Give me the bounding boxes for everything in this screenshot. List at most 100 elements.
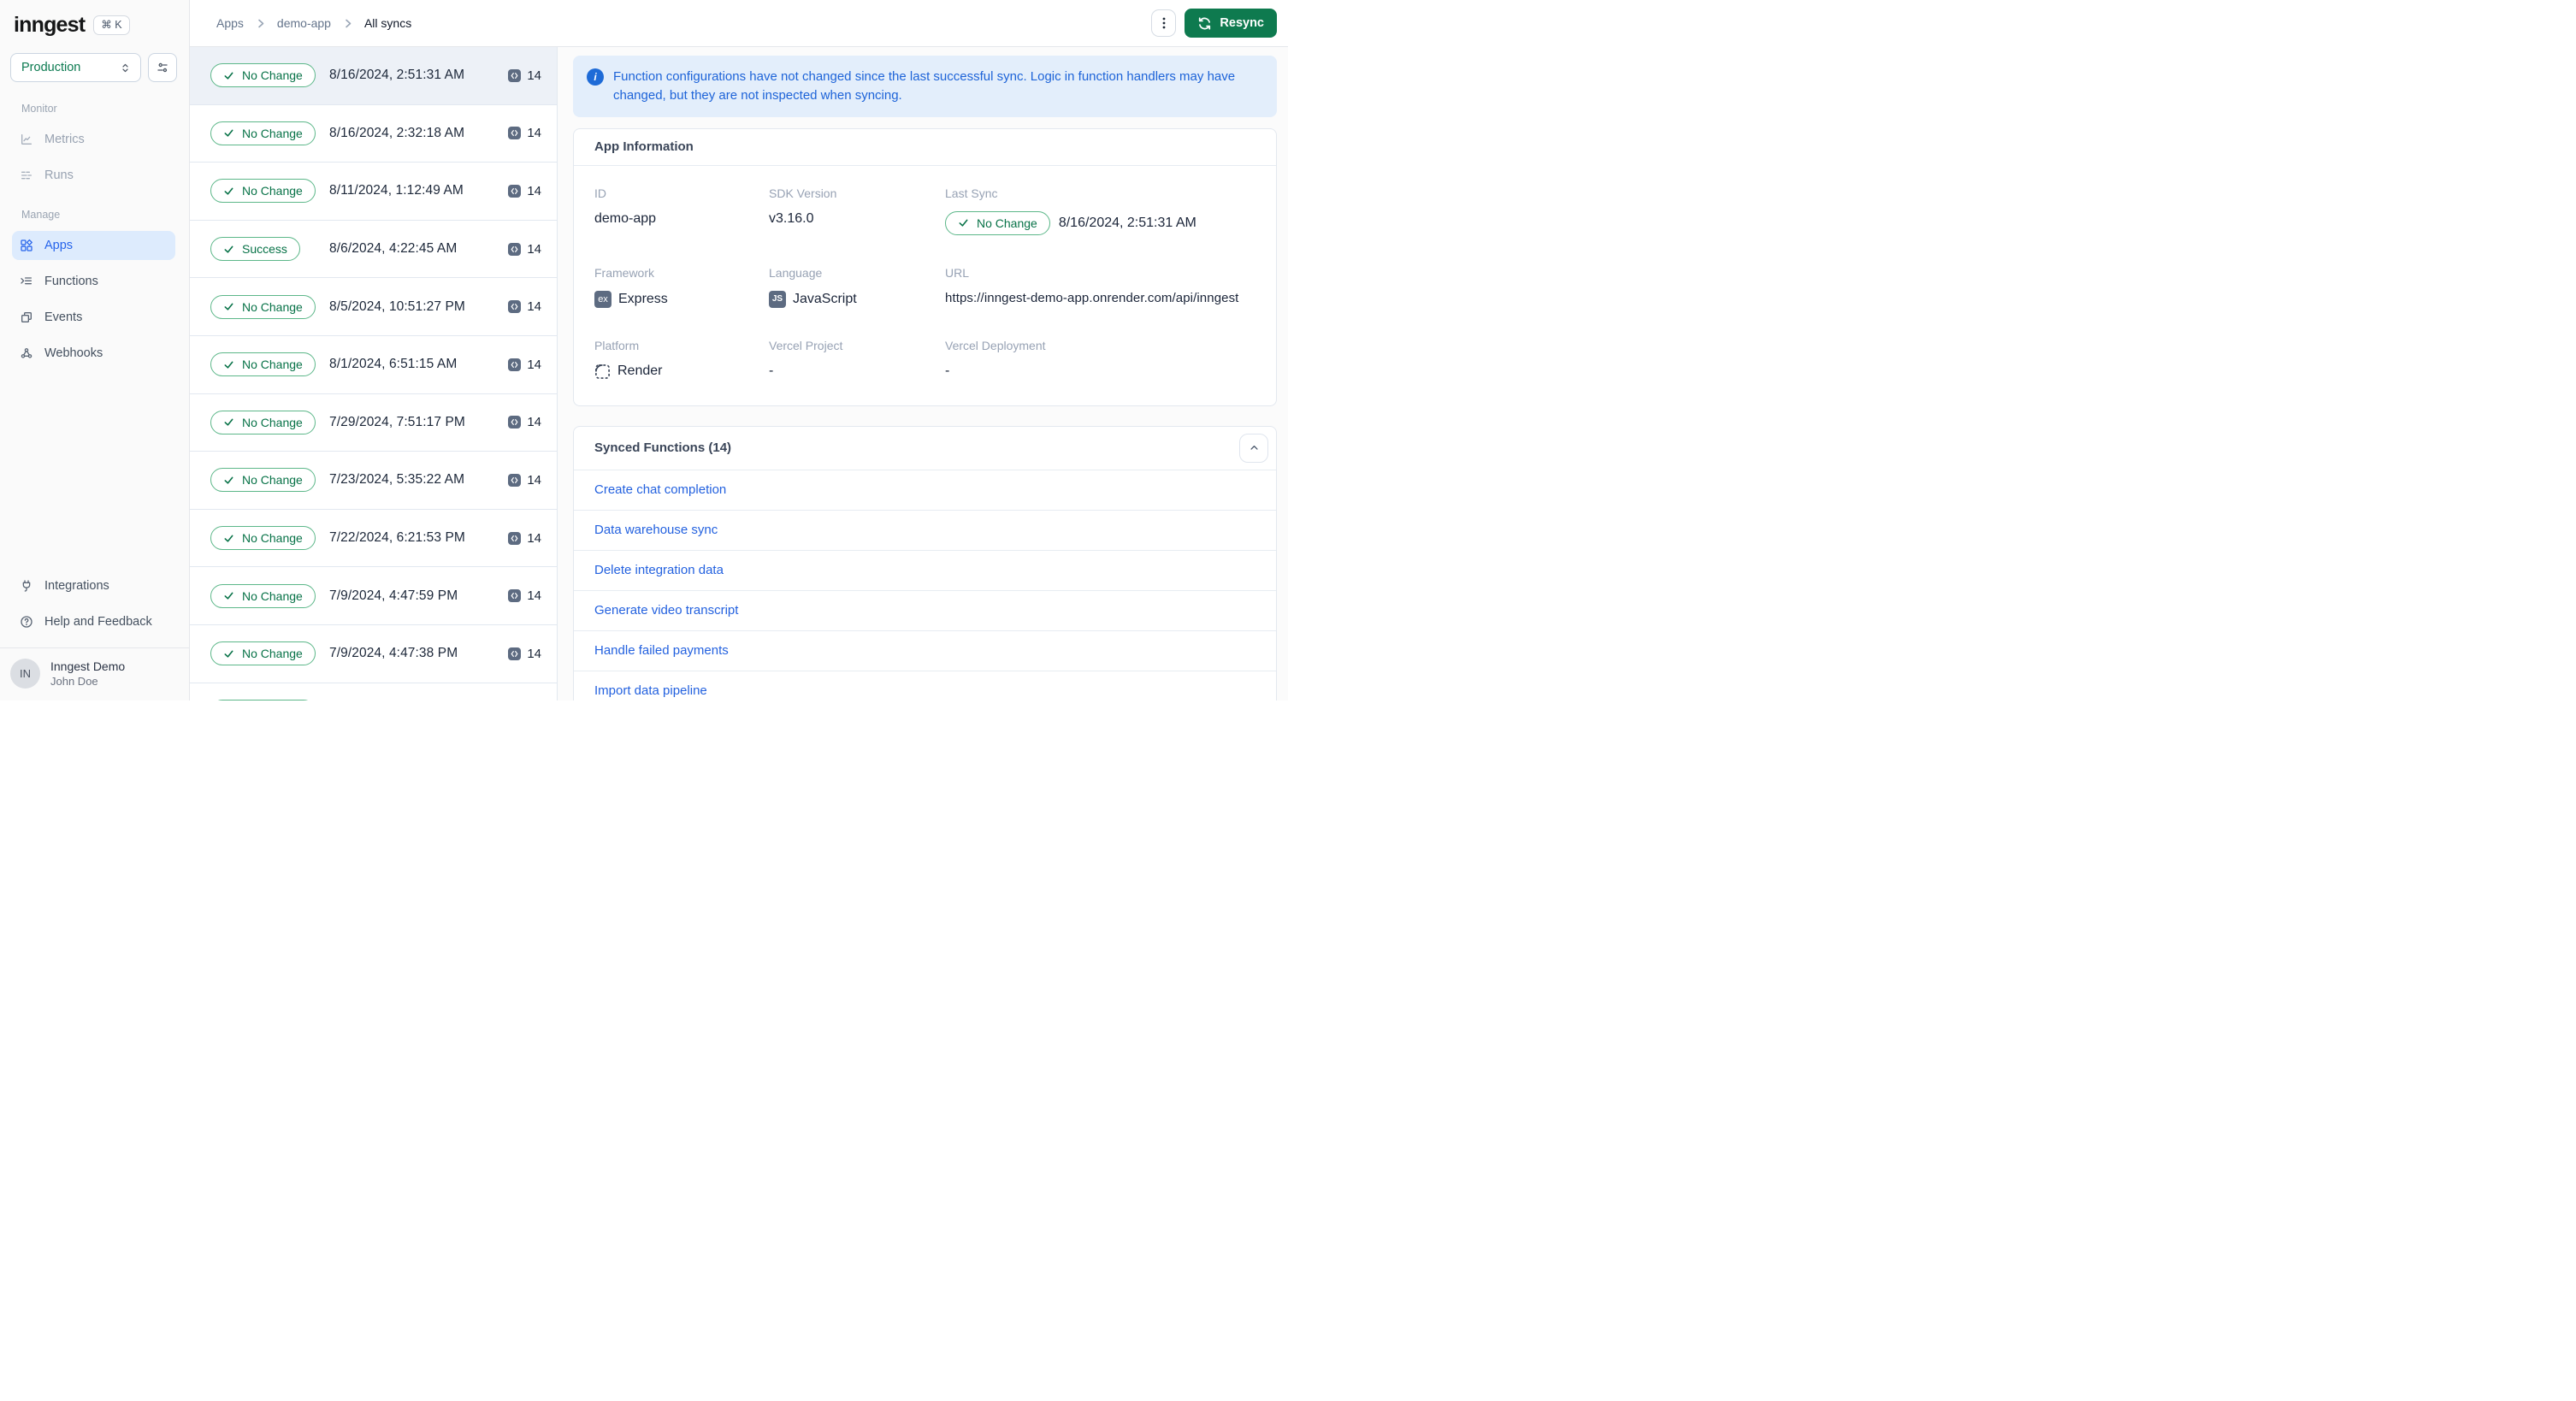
sync-list-item[interactable]: Success 8/6/2024, 4:22:45 AM 14 xyxy=(190,220,557,279)
sync-list-item[interactable]: No Change 7/9/2024, 4:47:59 PM 14 xyxy=(190,567,557,625)
sync-list: No Change 8/16/2024, 2:51:31 AM 14 No Ch… xyxy=(190,47,558,700)
function-count: 14 xyxy=(508,473,541,488)
sync-list-item[interactable]: No Change 7/9/2024, 4:47:38 PM 14 xyxy=(190,624,557,683)
code-icon xyxy=(508,416,522,429)
chevron-right-icon xyxy=(255,18,266,29)
function-row: Delete integration data xyxy=(574,551,1276,591)
sidebar-item-metrics[interactable]: Metrics xyxy=(12,125,175,154)
sync-status-badge: No Change xyxy=(210,583,316,608)
function-count: 14 xyxy=(508,531,541,546)
function-link[interactable]: Data warehouse sync xyxy=(594,523,718,537)
functions-icon xyxy=(20,275,33,288)
field-url: URL https://inngest-demo-app.onrender.co… xyxy=(945,265,1239,305)
sync-list-item[interactable]: No Change 8/16/2024, 2:32:18 AM 14 xyxy=(190,104,557,163)
resync-button[interactable]: Resync xyxy=(1185,9,1277,38)
environment-select[interactable]: Production xyxy=(10,53,141,82)
sync-timestamp: 7/23/2024, 5:35:22 AM xyxy=(329,472,465,488)
sync-status-badge: No Change xyxy=(210,63,316,88)
check-icon xyxy=(223,244,234,255)
function-link[interactable]: Create chat completion xyxy=(594,482,726,497)
sync-status-badge: No Change xyxy=(210,352,316,377)
last-sync-status-badge: No Change xyxy=(945,210,1050,235)
express-logo-icon: ex xyxy=(594,290,612,308)
check-icon xyxy=(223,301,234,312)
function-count: 14 xyxy=(508,184,541,198)
sidebar: inngest ⌘ K Production Monitor Metrics R… xyxy=(0,0,190,700)
sync-timestamp: 8/16/2024, 2:32:18 AM xyxy=(329,125,465,140)
check-icon xyxy=(223,417,234,428)
app-information-header: App Information xyxy=(574,129,1276,166)
app-information-title: App Information xyxy=(594,139,694,154)
more-options-button[interactable] xyxy=(1151,9,1177,37)
sidebar-item-runs[interactable]: Runs xyxy=(12,161,175,190)
sliders-icon xyxy=(156,61,169,74)
sync-list-item[interactable]: No Change 8/16/2024, 2:51:31 AM 14 xyxy=(190,47,557,105)
chevron-up-icon xyxy=(1248,441,1261,454)
question-circle-icon xyxy=(20,615,33,629)
sync-list-item[interactable]: No Change 8/1/2024, 6:51:15 AM 14 xyxy=(190,335,557,394)
unfold-icon xyxy=(119,62,132,74)
code-icon xyxy=(508,127,522,140)
sync-timestamp: 7/22/2024, 6:21:53 PM xyxy=(329,530,465,546)
field-language: Language JS JavaScript xyxy=(769,265,857,308)
check-icon xyxy=(223,359,234,370)
sync-list-item[interactable]: No Change 8/5/2024, 10:51:27 PM 14 xyxy=(190,278,557,336)
inngest-logo: inngest xyxy=(14,13,86,37)
function-link[interactable]: Import data pipeline xyxy=(594,683,707,698)
code-icon xyxy=(508,589,522,603)
sync-list-item[interactable]: No Change 8/11/2024, 1:12:49 AM 14 xyxy=(190,163,557,221)
sidebar-item-functions[interactable]: Functions xyxy=(12,267,175,296)
sidebar-item-webhooks[interactable]: Webhooks xyxy=(12,339,175,368)
sidebar-item-help[interactable]: Help and Feedback xyxy=(12,607,175,636)
resync-label: Resync xyxy=(1220,16,1264,30)
sync-list-item[interactable]: No Change 7/23/2024, 5:35:22 AM 14 xyxy=(190,452,557,510)
function-count: 14 xyxy=(508,299,541,314)
function-link[interactable]: Handle failed payments xyxy=(594,643,729,658)
code-icon xyxy=(508,531,522,545)
sync-detail-panel: i Function configurations have not chang… xyxy=(558,47,1288,700)
code-icon xyxy=(508,358,522,371)
webhooks-icon xyxy=(20,346,33,360)
check-icon xyxy=(958,217,969,228)
synced-functions-header: Synced Functions (14) xyxy=(574,427,1276,470)
environment-settings-button[interactable] xyxy=(148,53,177,82)
command-k-shortcut[interactable]: ⌘ K xyxy=(93,15,130,35)
check-icon xyxy=(223,590,234,601)
function-link[interactable]: Generate video transcript xyxy=(594,603,738,618)
code-icon xyxy=(508,242,522,256)
sync-timestamp: 7/9/2024, 4:47:38 PM xyxy=(329,646,458,661)
breadcrumb-demo-app[interactable]: demo-app xyxy=(277,16,331,30)
collapse-button[interactable] xyxy=(1239,433,1268,463)
function-row: Generate video transcript xyxy=(574,591,1276,631)
main-area: Apps demo-app All syncs Resync No Change… xyxy=(190,0,1288,700)
function-count: 14 xyxy=(508,358,541,372)
sync-status-badge: No Change xyxy=(210,179,316,204)
sync-list-item[interactable]: No Change 7/9/2024, 4:09:07 PM 14 xyxy=(190,683,557,700)
kebab-dots-icon xyxy=(1158,16,1170,30)
app-information-card: App Information ID demo-app SDK Version … xyxy=(573,127,1277,406)
user-menu[interactable]: IN Inngest Demo John Doe xyxy=(0,647,189,700)
metrics-chart-icon xyxy=(20,133,33,146)
events-copy-icon xyxy=(20,310,33,324)
breadcrumb-apps[interactable]: Apps xyxy=(216,16,244,30)
code-icon xyxy=(508,184,522,198)
sidebar-item-events[interactable]: Events xyxy=(12,303,175,332)
sidebar-item-apps[interactable]: Apps xyxy=(12,231,175,260)
sidebar-item-label: Events xyxy=(44,310,83,324)
sync-list-item[interactable]: No Change 7/22/2024, 6:21:53 PM 14 xyxy=(190,509,557,568)
synced-functions-title: Synced Functions (14) xyxy=(594,440,732,455)
field-platform: Platform Render xyxy=(594,338,663,379)
sidebar-item-label: Integrations xyxy=(44,579,109,593)
sync-status-badge: No Change xyxy=(210,526,316,551)
sidebar-item-integrations[interactable]: Integrations xyxy=(12,571,175,600)
function-row: Create chat completion xyxy=(574,470,1276,511)
sidebar-item-label: Webhooks xyxy=(44,346,103,360)
function-link[interactable]: Delete integration data xyxy=(594,563,724,577)
function-row: Handle failed payments xyxy=(574,631,1276,671)
sync-list-item[interactable]: No Change 7/29/2024, 7:51:17 PM 14 xyxy=(190,393,557,452)
sync-refresh-icon xyxy=(1197,16,1212,31)
check-icon xyxy=(223,475,234,486)
content: No Change 8/16/2024, 2:51:31 AM 14 No Ch… xyxy=(190,47,1288,700)
sync-timestamp: 8/16/2024, 2:51:31 AM xyxy=(329,68,465,83)
